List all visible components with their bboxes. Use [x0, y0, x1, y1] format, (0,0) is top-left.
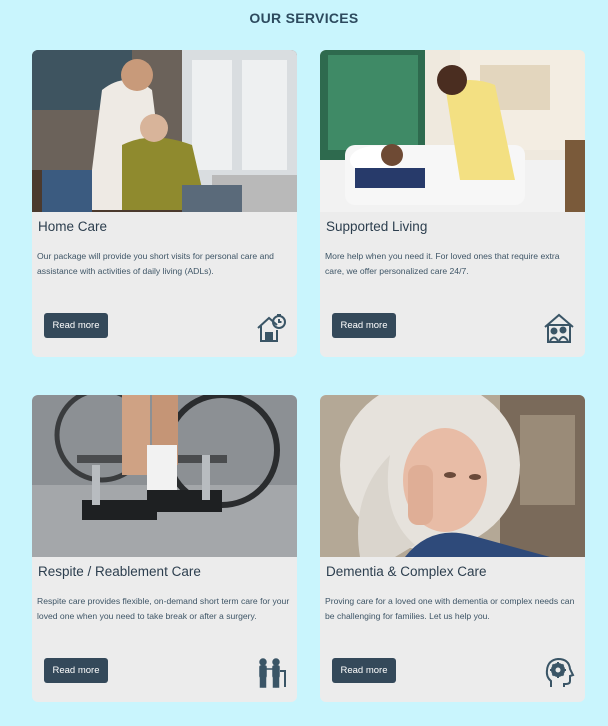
service-card-respite-care: Respite / Reablement Care Respite care p… [32, 395, 297, 702]
service-card-dementia-care: Dementia & Complex Care Proving care for… [320, 395, 585, 702]
card-description: Our package will provide you short visit… [37, 251, 274, 276]
card-title: Respite / Reablement Care [38, 564, 201, 579]
card-title: Home Care [38, 219, 108, 234]
dementia-care-photo [320, 395, 585, 557]
read-more-button[interactable]: Read more [332, 658, 396, 683]
card-title: Dementia & Complex Care [326, 564, 487, 579]
caregiver-walker-icon [255, 657, 287, 689]
home-clock-icon [255, 312, 287, 344]
card-title: Supported Living [326, 219, 428, 234]
home-care-photo [32, 50, 297, 212]
service-card-supported-living: Supported Living More help when you need… [320, 50, 585, 357]
section-title: OUR SERVICES [249, 10, 359, 26]
read-more-button[interactable]: Read more [44, 313, 108, 338]
card-description: Proving care for a loved one with dement… [325, 596, 575, 621]
supported-living-photo [320, 50, 585, 212]
respite-care-photo [32, 395, 297, 557]
card-description: Respite care provides flexible, on-deman… [37, 596, 290, 621]
house-people-icon [543, 312, 575, 344]
read-more-button[interactable]: Read more [332, 313, 396, 338]
card-description: More help when you need it. For loved on… [325, 251, 560, 276]
read-more-button[interactable]: Read more [44, 658, 108, 683]
service-card-home-care: Home Care Our package will provide you s… [32, 50, 297, 357]
head-brain-icon [543, 657, 575, 689]
